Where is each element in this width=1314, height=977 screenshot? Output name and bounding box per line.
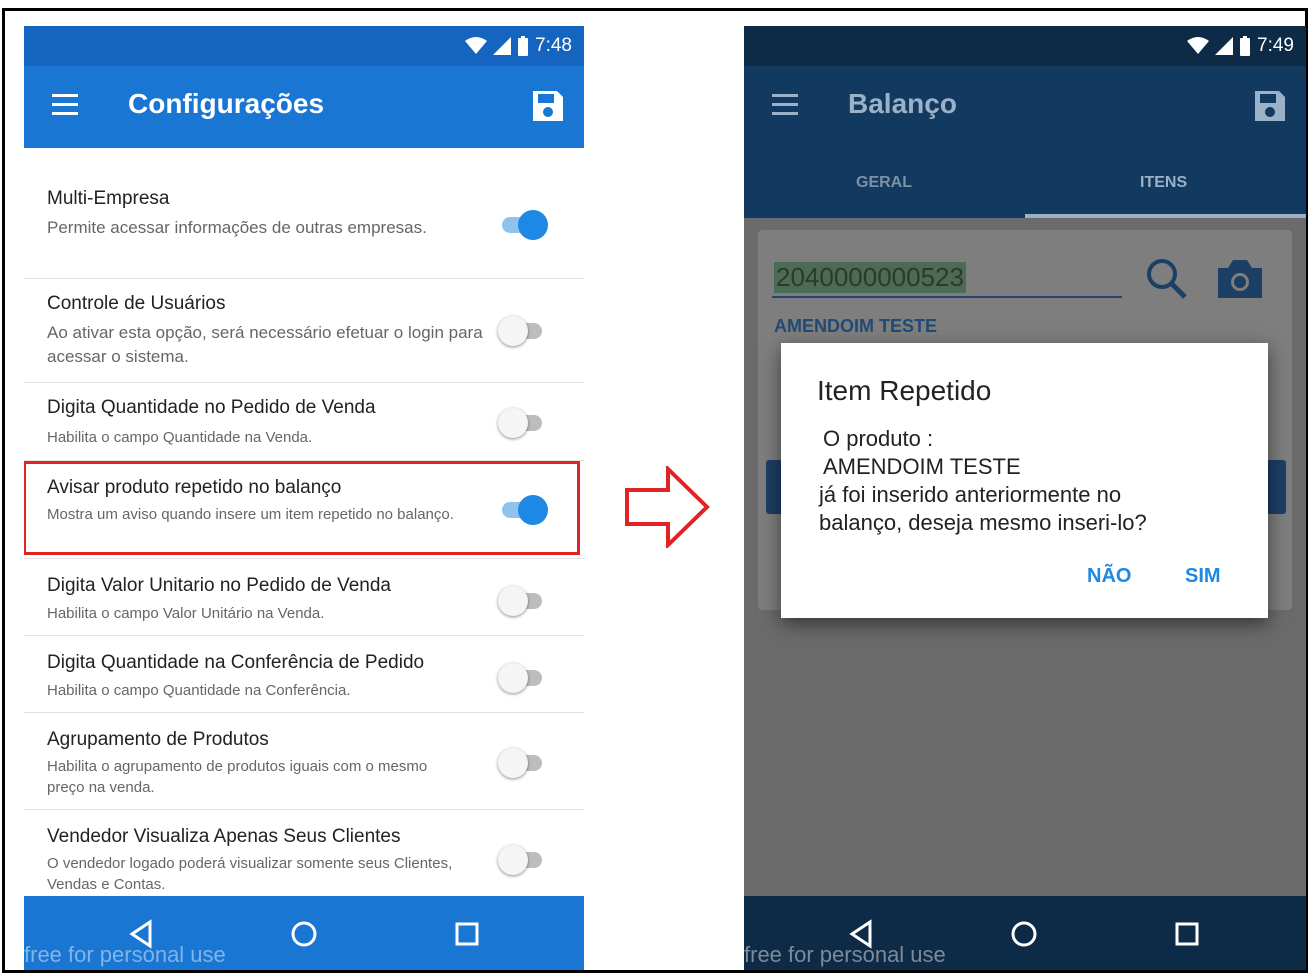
setting-title: Controle de Usuários — [47, 293, 226, 314]
toggle-produto-repetido[interactable] — [498, 494, 548, 525]
toggle-agrupamento-produtos[interactable] — [498, 747, 548, 778]
setting-description: O vendedor logado poderá visualizar some… — [47, 855, 453, 893]
save-icon[interactable] — [530, 88, 566, 124]
setting-quantidade-pedido: Digita Quantidade no Pedido de Venda Hab… — [24, 383, 584, 461]
navigation-bar: free for personal use — [744, 896, 1306, 970]
balanco-screen: 7:49 Balanço GERAL ITENS 2040000000523 A… — [744, 26, 1306, 970]
setting-title: Digita Quantidade na Conferência de Pedi… — [47, 652, 425, 673]
toggle-quantidade-conferencia[interactable] — [498, 662, 548, 693]
setting-description: Habilita o campo Valor Unitário na Venda… — [47, 605, 325, 622]
tab-bar: GERAL ITENS — [744, 148, 1306, 218]
setting-title: Multi-Empresa — [47, 188, 170, 209]
setting-valor-unitario: Digita Valor Unitario no Pedido de Venda… — [24, 559, 584, 636]
yes-button[interactable]: SIM — [1185, 565, 1221, 588]
setting-description: Ao ativar esta opção, será necessário ef… — [47, 323, 483, 366]
setting-title: Agrupamento de Produtos — [47, 729, 269, 750]
tab-geral[interactable]: GERAL — [856, 174, 912, 192]
status-bar: 7:49 — [744, 26, 1306, 66]
settings-list: Multi-Empresa Permite acessar informaçõe… — [24, 176, 584, 907]
setting-vendedor-clientes: Vendedor Visualiza Apenas Seus Clientes … — [24, 810, 584, 907]
menu-icon[interactable] — [772, 94, 798, 116]
product-name: AMENDOIM TESTE — [774, 316, 938, 336]
dialog-line: AMENDOIM TESTE — [823, 454, 1021, 479]
toggle-controle-usuarios[interactable] — [498, 315, 548, 346]
setting-quantidade-conferencia: Digita Quantidade na Conferência de Pedi… — [24, 636, 584, 713]
status-time: 7:49 — [1257, 35, 1294, 56]
signal-icon — [1215, 37, 1234, 55]
menu-icon[interactable] — [52, 94, 78, 116]
wifi-icon — [465, 37, 488, 54]
setting-description: Mostra um aviso quando insere um item re… — [47, 506, 454, 523]
dialog-line: O produto : — [823, 426, 934, 451]
recents-icon[interactable] — [449, 916, 485, 952]
setting-title: Digita Quantidade no Pedido de Venda — [47, 397, 376, 418]
page-title: Balanço — [848, 88, 957, 119]
setting-controle-usuarios: Controle de Usuários Ao ativar esta opçã… — [24, 279, 584, 383]
page-title: Configurações — [128, 88, 325, 119]
watermark: free for personal use — [24, 942, 226, 967]
barcode-input[interactable]: 2040000000523 — [774, 262, 966, 293]
home-icon[interactable] — [286, 916, 322, 952]
toggle-quantidade-pedido[interactable] — [498, 407, 548, 438]
right-arrow-icon — [625, 466, 710, 548]
setting-multi-empresa: Multi-Empresa Permite acessar informaçõe… — [24, 176, 584, 279]
status-bar: 7:48 — [24, 26, 584, 66]
toggle-multi-empresa[interactable] — [498, 209, 548, 240]
setting-agrupamento-produtos: Agrupamento de Produtos Habilita o agrup… — [24, 713, 584, 810]
dialog-line: já foi inserido anteriormente no — [819, 482, 1122, 507]
setting-description: Permite acessar informações de outras em… — [47, 218, 427, 237]
home-icon[interactable] — [1006, 916, 1042, 952]
toggle-valor-unitario[interactable] — [498, 585, 548, 616]
battery-icon — [1240, 36, 1251, 56]
repeated-item-dialog: Item Repetido O produto : AMENDOIM TESTE… — [781, 343, 1268, 618]
setting-title: Digita Valor Unitario no Pedido de Venda — [47, 575, 391, 596]
input-underline — [772, 296, 1122, 298]
setting-description: Habilita o campo Quantidade na Conferênc… — [47, 682, 351, 699]
tab-itens[interactable]: ITENS — [1140, 174, 1187, 192]
watermark: free for personal use — [744, 942, 946, 967]
tab-indicator — [1025, 214, 1306, 218]
navigation-bar: free for personal use — [24, 896, 584, 970]
battery-icon — [518, 36, 529, 56]
setting-description: Habilita o campo Quantidade na Venda. — [47, 429, 313, 446]
setting-title: Vendedor Visualiza Apenas Seus Clientes — [47, 826, 401, 847]
dialog-message: O produto : AMENDOIM TESTE já foi inseri… — [819, 425, 1239, 537]
camera-icon[interactable] — [1214, 256, 1266, 302]
app-bar: Balanço — [744, 66, 1306, 148]
setting-title: Avisar produto repetido no balanço — [47, 477, 342, 498]
status-time: 7:48 — [535, 35, 572, 56]
setting-produto-repetido: Avisar produto repetido no balanço Mostr… — [24, 461, 584, 559]
signal-icon — [493, 37, 512, 55]
no-button[interactable]: NÃO — [1087, 565, 1131, 588]
save-icon[interactable] — [1252, 88, 1288, 124]
wifi-icon — [1187, 37, 1210, 54]
search-icon[interactable] — [1142, 254, 1190, 302]
recents-icon[interactable] — [1169, 916, 1205, 952]
toggle-vendedor-clientes[interactable] — [498, 844, 548, 875]
app-bar: Configurações — [24, 66, 584, 148]
settings-screen: 7:48 Configurações Multi-Empresa Permite… — [24, 26, 584, 970]
dialog-line: balanço, deseja mesmo inseri-lo? — [819, 510, 1147, 535]
dialog-title: Item Repetido — [817, 375, 992, 406]
setting-description: Habilita o agrupamento de produtos iguai… — [47, 758, 428, 796]
